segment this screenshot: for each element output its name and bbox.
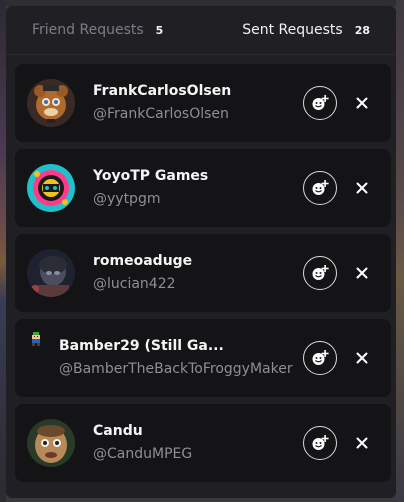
user-display-name: Bamber29 (Still Ga... <box>59 338 224 354</box>
close-icon <box>356 267 368 279</box>
add-friend-icon <box>312 435 329 450</box>
close-icon <box>356 437 368 449</box>
accept-friend-button[interactable] <box>303 171 337 205</box>
accept-friend-button[interactable] <box>303 426 337 460</box>
tab-sent-requests[interactable]: Sent Requests 28 <box>242 22 370 38</box>
user-display-name: Candu <box>93 423 143 439</box>
add-friend-icon <box>312 95 329 110</box>
user-handle: @CanduMPEG <box>93 446 193 462</box>
decline-request-button[interactable] <box>350 431 374 455</box>
tab-label: Friend Requests <box>32 22 144 38</box>
tab-bar: Friend Requests 5 Sent Requests 28 <box>6 6 396 55</box>
avatar <box>27 79 75 127</box>
request-item[interactable]: Bamber29 (Still Ga... @BamberTheBackToFr… <box>15 319 391 397</box>
decline-request-button[interactable] <box>350 91 374 115</box>
user-handle: @lucian422 <box>93 276 176 292</box>
close-icon <box>356 182 368 194</box>
close-icon <box>356 97 368 109</box>
background-right-edge <box>396 0 404 502</box>
avatar <box>27 164 75 212</box>
avatar <box>27 419 75 467</box>
request-item[interactable]: Candu @CanduMPEG <box>15 404 391 482</box>
user-handle: @FrankCarlosOlsen <box>93 106 229 122</box>
user-display-name: FrankCarlosOlsen <box>93 83 232 99</box>
accept-friend-button[interactable] <box>303 86 337 120</box>
tab-count-badge: 5 <box>155 23 164 37</box>
tab-label: Sent Requests <box>242 22 343 38</box>
friend-requests-panel: Friend Requests 5 Sent Requests 28 Frank… <box>6 6 396 498</box>
avatar <box>29 332 43 346</box>
accept-friend-button[interactable] <box>303 341 337 375</box>
add-friend-icon <box>312 350 329 365</box>
request-list: FrankCarlosOlsen @FrankCarlosOlsen YoyoT… <box>15 64 391 489</box>
user-handle: @BamberTheBackToFroggyMaker <box>59 361 293 377</box>
avatar <box>27 249 75 297</box>
decline-request-button[interactable] <box>350 261 374 285</box>
user-handle: @yytpgm <box>93 191 161 207</box>
add-friend-icon <box>312 265 329 280</box>
request-item[interactable]: FrankCarlosOlsen @FrankCarlosOlsen <box>15 64 391 142</box>
add-friend-icon <box>312 180 329 195</box>
user-display-name: romeoaduge <box>93 253 193 269</box>
request-item[interactable]: YoyoTP Games @yytpgm <box>15 149 391 227</box>
user-display-name: YoyoTP Games <box>93 168 209 184</box>
tab-count-badge: 28 <box>354 23 370 37</box>
decline-request-button[interactable] <box>350 176 374 200</box>
request-item[interactable]: romeoaduge @lucian422 <box>15 234 391 312</box>
close-icon <box>356 352 368 364</box>
accept-friend-button[interactable] <box>303 256 337 290</box>
tab-friend-requests[interactable]: Friend Requests 5 <box>32 22 163 38</box>
decline-request-button[interactable] <box>350 346 374 370</box>
